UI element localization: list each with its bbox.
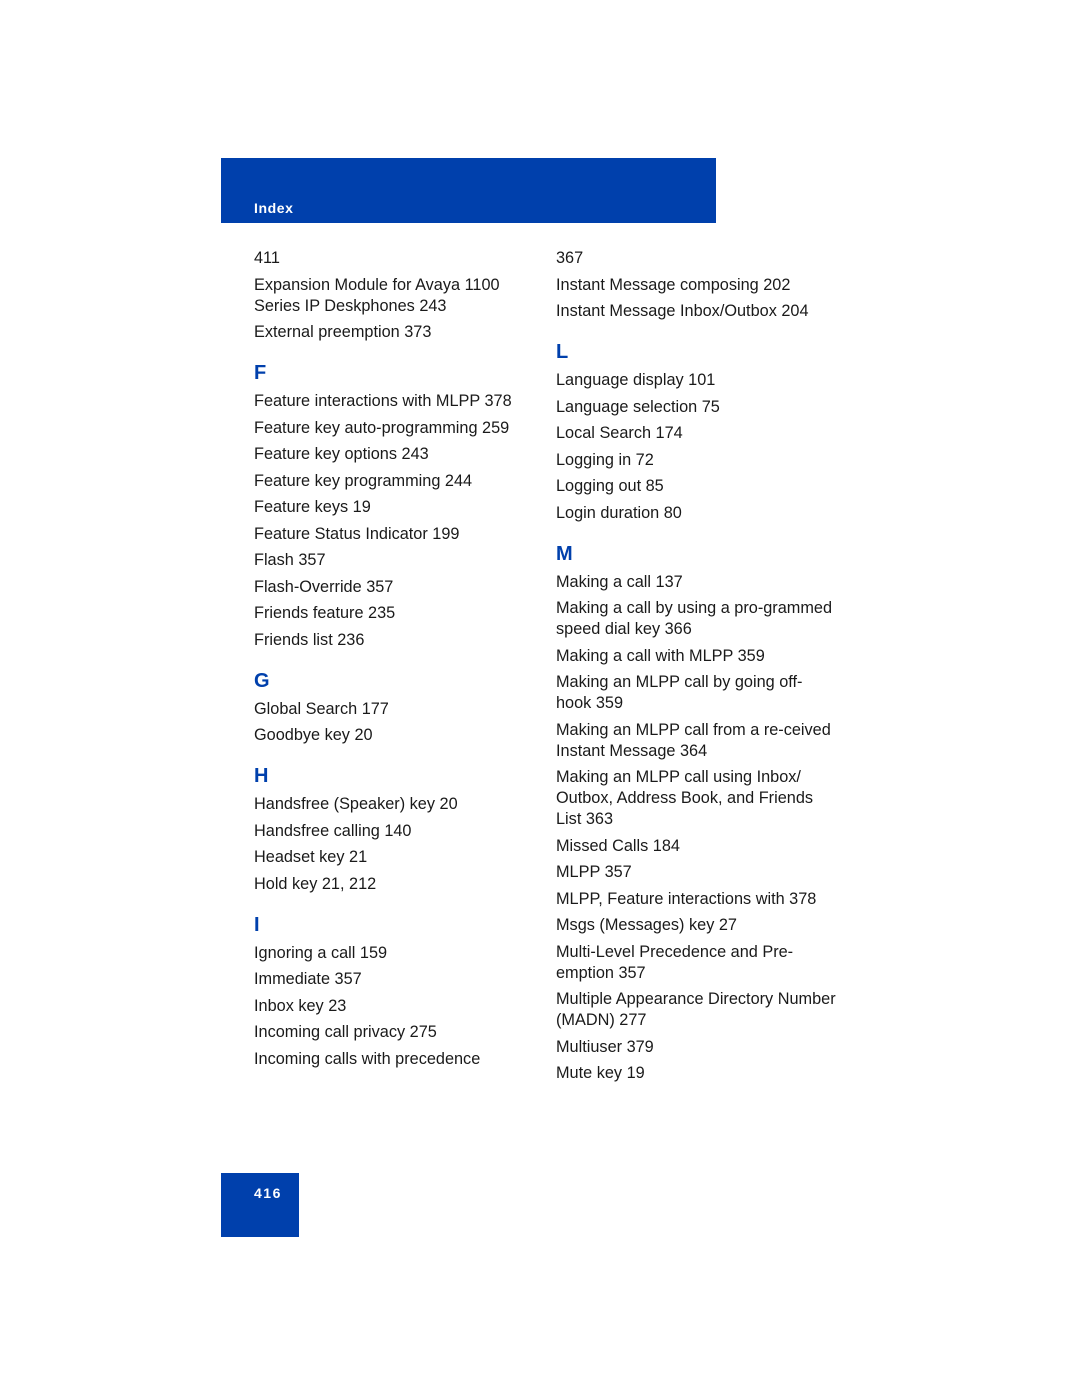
index-entry: Making an MLPP call using Inbox/ Outbox,… xyxy=(556,768,814,828)
index-entry: Handsfree (Speaker) key 20 xyxy=(254,795,458,813)
index-entry: Headset key 21 xyxy=(254,848,368,866)
index-letter-heading: F xyxy=(254,362,267,384)
index-entry: 411 xyxy=(254,249,280,267)
header-bar: Index xyxy=(221,158,716,223)
index-entry: Friends list 236 xyxy=(254,630,365,649)
index-entry: Multiuser 379 xyxy=(556,1037,654,1056)
index-entry: Feature Status Indicator 199 xyxy=(254,524,460,543)
index-entry: External preemption 373 xyxy=(254,323,432,341)
index-entry: Immediate 357 xyxy=(254,970,362,988)
section-title: Index xyxy=(254,200,294,216)
index-entry: Feature key auto-programming 259 xyxy=(254,418,510,437)
index-entry: Language selection 75 xyxy=(556,397,720,416)
index-letter-heading: M xyxy=(556,542,573,565)
index-letter-heading: H xyxy=(254,765,269,787)
index-entry: Feature keys 19 xyxy=(254,498,371,516)
index-entry: Making an MLPP call from a re-ceived Ins… xyxy=(556,720,831,760)
index-entry: Incoming calls with precedence xyxy=(254,1049,481,1068)
index-entry: Handsfree calling 140 xyxy=(254,821,412,840)
index-entry: Making an MLPP call by going off-hook 35… xyxy=(556,673,803,712)
index-entry: Local Search 174 xyxy=(556,424,683,442)
index-entry: Language display 101 xyxy=(556,371,716,389)
index-entry: MLPP, Feature interactions with 378 xyxy=(556,889,817,908)
index-entry: Multiple Appearance Directory Number (MA… xyxy=(556,990,836,1029)
index-entry: Instant Message Inbox/Outbox 204 xyxy=(556,302,809,320)
index-entry: Logging in 72 xyxy=(556,450,654,469)
index-entry: Flash 357 xyxy=(254,551,326,569)
index-entry: Goodbye key 20 xyxy=(254,726,373,744)
index-column-left: 411 Expansion Module for Avaya 1100 Serie… xyxy=(254,248,534,1075)
index-entry: Msgs (Messages) key 27 xyxy=(556,916,737,934)
index-letter-heading: L xyxy=(556,341,569,363)
index-entry: MLPP 357 xyxy=(556,863,632,881)
index-entry: Multi-Level Precedence and Pre-emption 3… xyxy=(556,942,794,982)
index-entry: Instant Message composing 202 xyxy=(556,275,791,294)
index-letter-heading: I xyxy=(254,913,260,936)
index-entry: Ignoring a call 159 xyxy=(254,943,388,962)
page-number: 416 xyxy=(254,1185,282,1201)
page-number-box: 416 xyxy=(221,1173,299,1237)
index-entry: Missed Calls 184 xyxy=(556,836,680,855)
index-entry: Feature key options 243 xyxy=(254,445,429,463)
index-entry: Feature key programming 244 xyxy=(254,471,473,490)
index-letter-heading: G xyxy=(254,669,270,692)
index-entry: Login duration 80 xyxy=(556,503,682,522)
index-entry: Expansion Module for Avaya 1100 Series I… xyxy=(254,275,500,315)
index-entry: Mute key 19 xyxy=(556,1064,645,1082)
index-entry: Logging out 85 xyxy=(556,477,664,495)
index-entry: Making a call 137 xyxy=(556,572,683,591)
index-entry: Hold key 21, 212 xyxy=(254,874,377,893)
index-entry: Global Search 177 xyxy=(254,699,389,718)
index-entry: 367 xyxy=(556,249,584,267)
index-entry: Feature interactions with MLPP 378 xyxy=(254,392,512,410)
index-entry: Flash-Override 357 xyxy=(254,577,394,596)
index-entry: Making a call by using a pro-grammed spe… xyxy=(556,599,833,638)
index-column-right: 367 Instant Message composing 202 Instant … xyxy=(556,248,836,1090)
index-entry: Inbox key 23 xyxy=(254,996,347,1015)
index-entry: Friends feature 235 xyxy=(254,604,396,622)
index-entry: Making a call with MLPP 359 xyxy=(556,646,765,665)
index-entry: Incoming call privacy 275 xyxy=(254,1023,437,1041)
